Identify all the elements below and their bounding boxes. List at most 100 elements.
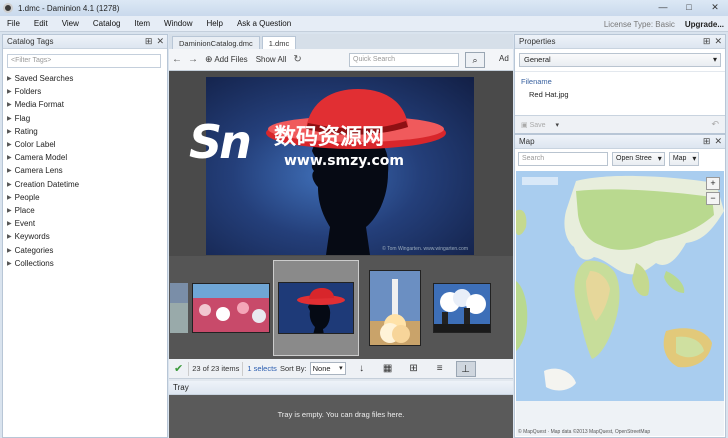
- selection-count[interactable]: 1 selects: [247, 364, 277, 373]
- catalog-tags-header: Catalog Tags ⊞ ✕: [3, 35, 167, 49]
- zoom-in-button[interactable]: +: [706, 177, 720, 190]
- menu-ask-question[interactable]: Ask a Question: [230, 19, 298, 28]
- minimize-button[interactable]: —: [650, 0, 676, 14]
- tag-tree-item[interactable]: ▶ Keywords: [3, 230, 167, 243]
- tag-tree-item[interactable]: ▶ Event: [3, 217, 167, 230]
- watermark-logo: Sn: [189, 115, 252, 169]
- refresh-icon[interactable]: ↻: [290, 54, 304, 65]
- expand-arrow-icon[interactable]: ▶: [7, 154, 12, 161]
- expand-arrow-icon[interactable]: ▶: [7, 220, 12, 227]
- tray-header: Tray: [169, 381, 513, 395]
- properties-section-select[interactable]: General: [519, 53, 721, 67]
- tag-tree-item[interactable]: ▶ Flag: [3, 112, 167, 125]
- menu-edit[interactable]: Edit: [27, 19, 55, 28]
- pin-icon[interactable]: ⊞: [145, 36, 153, 47]
- map-type-select[interactable]: Map: [668, 152, 700, 166]
- filename-value[interactable]: Red Hat.jpg: [515, 86, 725, 99]
- grid-view-icon[interactable]: ⊞: [404, 361, 424, 377]
- expand-arrow-icon[interactable]: ▶: [7, 181, 12, 188]
- menu-file[interactable]: File: [0, 19, 27, 28]
- save-button[interactable]: ▣ Save: [521, 121, 546, 129]
- map-provider-select[interactable]: Open Stree: [612, 152, 665, 166]
- menu-help[interactable]: Help: [199, 19, 229, 28]
- thumbnail-rocket-launch[interactable]: [359, 260, 431, 356]
- pin-icon[interactable]: ⊞: [703, 136, 711, 147]
- item-count: 23 of 23 items: [188, 361, 244, 376]
- tag-tree-item[interactable]: ▶ Folders: [3, 85, 167, 98]
- thumbnail-factory-smoke[interactable]: [431, 260, 493, 356]
- tag-tree-label: Place: [14, 205, 35, 215]
- zoom-out-button[interactable]: −: [706, 192, 720, 205]
- expand-arrow-icon[interactable]: ▶: [7, 101, 12, 108]
- tag-tree-item[interactable]: ▶ Rating: [3, 125, 167, 138]
- add-files-label: Add Files: [214, 55, 248, 64]
- tag-list: ▶ Saved Searches ▶ Folders ▶ Media Format ▶ Fla…: [3, 72, 167, 270]
- sort-direction-icon[interactable]: ↓: [352, 361, 372, 377]
- sort-by-select[interactable]: None: [309, 362, 346, 375]
- search-button[interactable]: ⌕: [465, 52, 485, 68]
- large-thumbnails-icon[interactable]: ▦: [378, 361, 398, 377]
- close-icon[interactable]: ✕: [714, 136, 722, 147]
- list-view-icon[interactable]: ≡: [430, 361, 450, 377]
- close-icon[interactable]: ✕: [714, 36, 722, 47]
- tab-daminion-catalog[interactable]: DaminionCatalog.dmc: [172, 36, 260, 49]
- toolbar-overflow-label[interactable]: Ad: [499, 54, 509, 63]
- tag-tree-label: Camera Model: [14, 153, 68, 163]
- properties-header: Properties ⊞ ✕: [515, 35, 725, 49]
- filter-tags-input[interactable]: <Filter Tags>: [7, 54, 161, 68]
- map-search-input[interactable]: Search: [518, 152, 608, 166]
- tag-tree-item[interactable]: ▶ Color Label: [3, 138, 167, 151]
- tag-tree-item[interactable]: ▶ Camera Lens: [3, 164, 167, 177]
- expand-arrow-icon[interactable]: ▶: [7, 233, 12, 240]
- save-dropdown-icon[interactable]: ▾: [556, 121, 560, 129]
- forward-arrow-icon[interactable]: →: [185, 54, 201, 65]
- tag-tree-item[interactable]: ▶ Camera Model: [3, 151, 167, 164]
- expand-arrow-icon[interactable]: ▶: [7, 194, 12, 201]
- tag-tree-label: People: [14, 192, 40, 202]
- thumbnail-partial-left[interactable]: [169, 260, 189, 356]
- tag-tree-label: Saved Searches: [14, 74, 74, 84]
- show-all-button[interactable]: Show All: [252, 55, 291, 64]
- close-button[interactable]: ✕: [702, 0, 728, 14]
- undo-icon[interactable]: ↶: [711, 119, 719, 130]
- thumbnail-crowd[interactable]: [189, 260, 273, 356]
- expand-arrow-icon[interactable]: ▶: [7, 75, 12, 82]
- quick-search-input[interactable]: Quick Search: [349, 53, 459, 67]
- catalog-tags-title: Catalog Tags: [7, 37, 54, 46]
- close-icon[interactable]: ✕: [156, 36, 164, 47]
- tag-tree-item[interactable]: ▶ People: [3, 191, 167, 204]
- tag-tree-item[interactable]: ▶ Categories: [3, 243, 167, 256]
- menu-item[interactable]: Item: [127, 19, 157, 28]
- maximize-button[interactable]: □: [676, 0, 702, 14]
- tag-tree-item[interactable]: ▶ Media Format: [3, 98, 167, 111]
- tag-tree-item[interactable]: ▶ Saved Searches: [3, 72, 167, 85]
- back-arrow-icon[interactable]: ←: [169, 54, 185, 65]
- photo-credit: © Tom Wingarten. www.wingarten.com: [382, 246, 468, 252]
- add-files-button[interactable]: ⊕ Add Files: [201, 54, 252, 65]
- expand-arrow-icon[interactable]: ▶: [7, 260, 12, 267]
- search-icon: ⌕: [472, 55, 478, 65]
- filmstrip-view-icon[interactable]: ⊥: [455, 360, 476, 377]
- tag-tree-label: Keywords: [14, 232, 50, 242]
- tray-drop-area[interactable]: Tray is empty. You can drag files here.: [169, 395, 513, 438]
- catalog-tags-panel: Catalog Tags ⊞ ✕ <Filter Tags> ▶ Saved Se…: [2, 34, 168, 438]
- world-map[interactable]: + − © MapQuest · Map data ©2013 MapQuest…: [516, 171, 724, 436]
- tab-1dmc[interactable]: 1.dmc: [261, 36, 297, 49]
- menu-catalog[interactable]: Catalog: [86, 19, 128, 28]
- expand-arrow-icon[interactable]: ▶: [7, 88, 12, 95]
- expand-arrow-icon[interactable]: ▶: [7, 115, 12, 122]
- tag-tree-item[interactable]: ▶ Place: [3, 204, 167, 217]
- tag-tree-item[interactable]: ▶ Collections: [3, 257, 167, 270]
- pin-icon[interactable]: ⊞: [703, 36, 711, 47]
- expand-arrow-icon[interactable]: ▶: [7, 167, 12, 174]
- expand-arrow-icon[interactable]: ▶: [7, 207, 12, 214]
- tag-tree-item[interactable]: ▶ Creation Datetime: [3, 178, 167, 191]
- menu-window[interactable]: Window: [157, 19, 199, 28]
- thumbnail-red-hat-selected[interactable]: [273, 259, 359, 356]
- expand-arrow-icon[interactable]: ▶: [7, 128, 12, 135]
- checkmark-icon[interactable]: ✔: [174, 362, 183, 375]
- expand-arrow-icon[interactable]: ▶: [7, 141, 12, 148]
- menu-view[interactable]: View: [55, 19, 86, 28]
- upgrade-link[interactable]: Upgrade...: [685, 20, 724, 29]
- expand-arrow-icon[interactable]: ▶: [7, 247, 12, 254]
